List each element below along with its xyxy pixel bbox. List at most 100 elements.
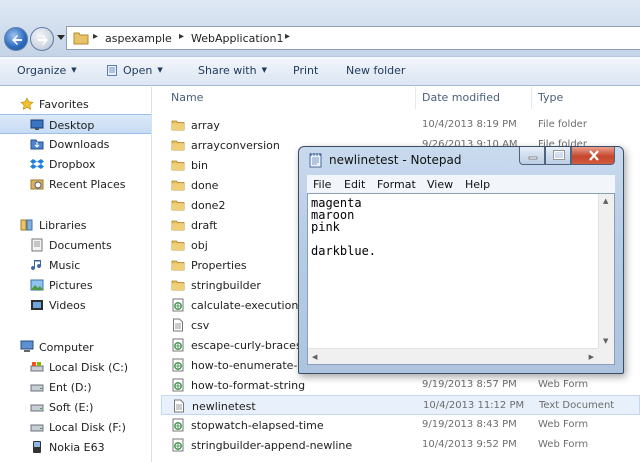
column-header-name[interactable]: Name (171, 91, 203, 104)
scroll-left-icon[interactable]: ◀ (312, 353, 317, 361)
nav-downloads[interactable]: Downloads (0, 134, 151, 154)
breadcrumb-separator[interactable]: ▸ (179, 31, 184, 42)
file-date-modified: 10/4/2013 8:19 PM (422, 119, 517, 130)
minimize-icon (528, 156, 538, 160)
nav-computer[interactable]: Computer (0, 337, 151, 357)
nav-desktop[interactable]: Desktop (0, 114, 151, 134)
nav-label: Desktop (49, 119, 95, 132)
webform-icon (171, 358, 185, 372)
minimize-button[interactable] (519, 147, 545, 165)
column-header-type[interactable]: Type (538, 91, 563, 104)
nav-favorites[interactable]: Favorites (0, 94, 151, 114)
nav-label: Pictures (49, 279, 93, 292)
breadcrumb-separator[interactable]: ▸ (285, 31, 290, 42)
breadcrumb-webapplication1[interactable]: WebApplication1 (191, 32, 283, 45)
vertical-scrollbar[interactable]: ▲ ▼ (598, 194, 614, 348)
chevron-down-icon: ▼ (157, 66, 163, 74)
navigation-pane: Favorites Desktop Downloads Dropbox Rece… (0, 87, 152, 462)
size-grip[interactable] (598, 348, 614, 364)
nav-music[interactable]: Music (0, 255, 151, 275)
nav-local-disk-c[interactable]: Local Disk (C:) (0, 357, 151, 377)
menu-edit[interactable]: Edit (344, 178, 365, 191)
document-icon (172, 399, 186, 413)
folder-icon (171, 138, 185, 152)
file-row[interactable]: how-to-format-string 9/19/2013 8:57 PM Web… (161, 375, 640, 395)
menu-file[interactable]: File (313, 178, 331, 191)
nav-local-disk-f[interactable]: Local Disk (F:) (0, 417, 151, 437)
videos-icon (31, 300, 43, 310)
horizontal-scrollbar[interactable]: ◀ ▶ (308, 348, 598, 364)
notepad-content[interactable]: magenta maroon pink darkblue. (311, 197, 376, 257)
file-type: Web Form (538, 439, 589, 450)
system-drive-icon (30, 362, 44, 372)
column-header-date-modified[interactable]: Date modified (422, 91, 500, 104)
nav-label: Favorites (39, 98, 89, 111)
webform-icon (171, 378, 185, 392)
phone-icon (33, 441, 41, 453)
nav-label: Soft (E:) (49, 401, 94, 414)
scroll-down-icon[interactable]: ▼ (603, 337, 608, 345)
file-type: Web Form (538, 419, 589, 430)
file-row[interactable]: newlinetest 10/4/2013 11:12 PM Text Docume… (161, 395, 640, 415)
nav-documents[interactable]: Documents (0, 235, 151, 255)
address-box[interactable]: ▸ aspexample ▸ WebApplication1 ▸ (66, 26, 640, 50)
column-divider[interactable] (415, 87, 416, 109)
scroll-right-icon[interactable]: ▶ (589, 353, 594, 361)
documents-icon (31, 238, 43, 252)
folder-icon (73, 32, 89, 45)
scroll-up-icon[interactable]: ▲ (603, 197, 608, 205)
file-name: Properties (191, 259, 247, 272)
nav-ent-d[interactable]: Ent (D:) (0, 377, 151, 397)
folder-icon (171, 238, 185, 252)
nav-recent-places[interactable]: Recent Places (0, 174, 151, 194)
nav-videos[interactable]: Videos (0, 295, 151, 315)
nav-pictures[interactable]: Pictures (0, 275, 151, 295)
dropbox-icon (30, 159, 44, 169)
nav-nokia-e63[interactable]: Nokia E63 (0, 437, 151, 457)
close-button[interactable] (571, 147, 615, 165)
file-name: escape-curly-braces- (191, 339, 306, 352)
open-button[interactable]: Open ▼ (106, 64, 163, 77)
file-name: newlinetest (192, 400, 256, 413)
nav-soft-e[interactable]: Soft (E:) (0, 397, 151, 417)
file-name: done2 (191, 199, 226, 212)
menu-help[interactable]: Help (465, 178, 490, 191)
star-icon (20, 97, 34, 110)
breadcrumb-separator[interactable]: ▸ (93, 31, 98, 42)
nav-label: Documents (49, 239, 112, 252)
maximize-button[interactable] (545, 147, 571, 165)
folder-icon (171, 158, 185, 172)
command-toolbar: Organize ▼ Open ▼ Share with ▼ Print New fo… (0, 56, 640, 86)
file-name: csv (191, 319, 210, 332)
nav-libraries[interactable]: Libraries (0, 215, 151, 235)
nav-label: Local Disk (C:) (49, 361, 129, 374)
music-icon (31, 260, 42, 271)
file-row[interactable]: stringbuilder-append-newline 10/4/2013 9:… (161, 435, 640, 455)
forward-button[interactable] (30, 27, 54, 51)
folder-icon (171, 278, 185, 292)
breadcrumb-aspexample[interactable]: aspexample (105, 32, 172, 45)
file-name: arrayconversion (191, 139, 280, 152)
file-name: array (191, 119, 220, 132)
recent-pages-dropdown-icon[interactable] (57, 35, 65, 40)
nav-dropbox[interactable]: Dropbox (0, 154, 151, 174)
notepad-text-area[interactable]: magenta maroon pink darkblue. ▲ ▼ ◀ ▶ (307, 193, 615, 365)
column-divider[interactable] (531, 87, 532, 109)
menu-format[interactable]: Format (377, 178, 416, 191)
print-button[interactable]: Print (293, 64, 318, 77)
notepad-icon (107, 65, 117, 76)
downloads-icon (30, 139, 44, 150)
drive-icon (30, 424, 44, 432)
nav-label: Computer (39, 341, 94, 354)
desktop-icon (30, 119, 44, 130)
organize-button[interactable]: Organize ▼ (17, 64, 77, 77)
file-name: stringbuilder-append-newline (191, 439, 353, 452)
back-button[interactable] (4, 27, 28, 51)
share-with-button[interactable]: Share with ▼ (198, 64, 267, 77)
file-row[interactable]: array 10/4/2013 8:19 PM File folder (161, 115, 640, 135)
new-folder-button[interactable]: New folder (346, 64, 405, 77)
open-label: Open (123, 64, 153, 77)
menu-view[interactable]: View (427, 178, 453, 191)
file-row[interactable]: stopwatch-elapsed-time 9/19/2013 8:43 PM W… (161, 415, 640, 435)
libraries-icon (20, 219, 33, 231)
